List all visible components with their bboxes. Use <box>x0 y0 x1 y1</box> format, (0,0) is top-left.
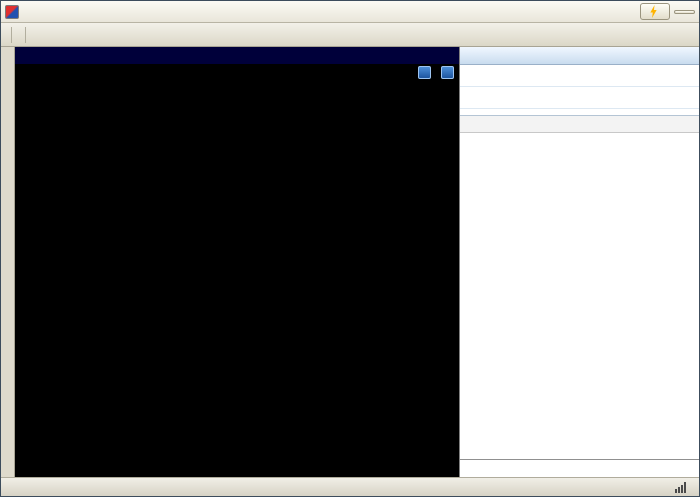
menu-bar-right <box>640 3 695 20</box>
volume-chart[interactable] <box>15 350 459 452</box>
quote-fields-grid <box>460 109 699 116</box>
zoom-out-button[interactable] <box>441 65 454 79</box>
zoom-in-button[interactable] <box>418 65 431 79</box>
toolbar-separator <box>25 26 26 43</box>
chart-column <box>15 47 459 477</box>
trade-button[interactable] <box>640 3 670 20</box>
status-right <box>668 481 693 493</box>
tick-view-tabs <box>460 459 699 477</box>
time-axis <box>15 452 459 468</box>
heart-link-button[interactable] <box>674 9 695 14</box>
ask-row <box>460 65 699 87</box>
main-area <box>1 47 699 477</box>
app-window <box>0 0 700 497</box>
left-tab-strip <box>1 47 15 477</box>
status-bar <box>1 477 699 496</box>
chart-legend-row <box>15 64 459 80</box>
lightning-icon <box>650 5 657 18</box>
tick-table <box>460 133 699 459</box>
quote-panel <box>459 47 699 477</box>
menu-bar <box>1 1 699 23</box>
quote-title <box>460 47 699 65</box>
bid-row <box>460 87 699 109</box>
chart-body <box>15 64 459 477</box>
tick-table-header <box>460 116 699 133</box>
toolbar-separator <box>11 26 12 43</box>
chart-header <box>15 47 459 64</box>
network-signal-icon <box>675 481 686 493</box>
app-icon <box>5 4 19 19</box>
price-chart[interactable] <box>15 80 459 350</box>
toolbar <box>1 23 699 47</box>
